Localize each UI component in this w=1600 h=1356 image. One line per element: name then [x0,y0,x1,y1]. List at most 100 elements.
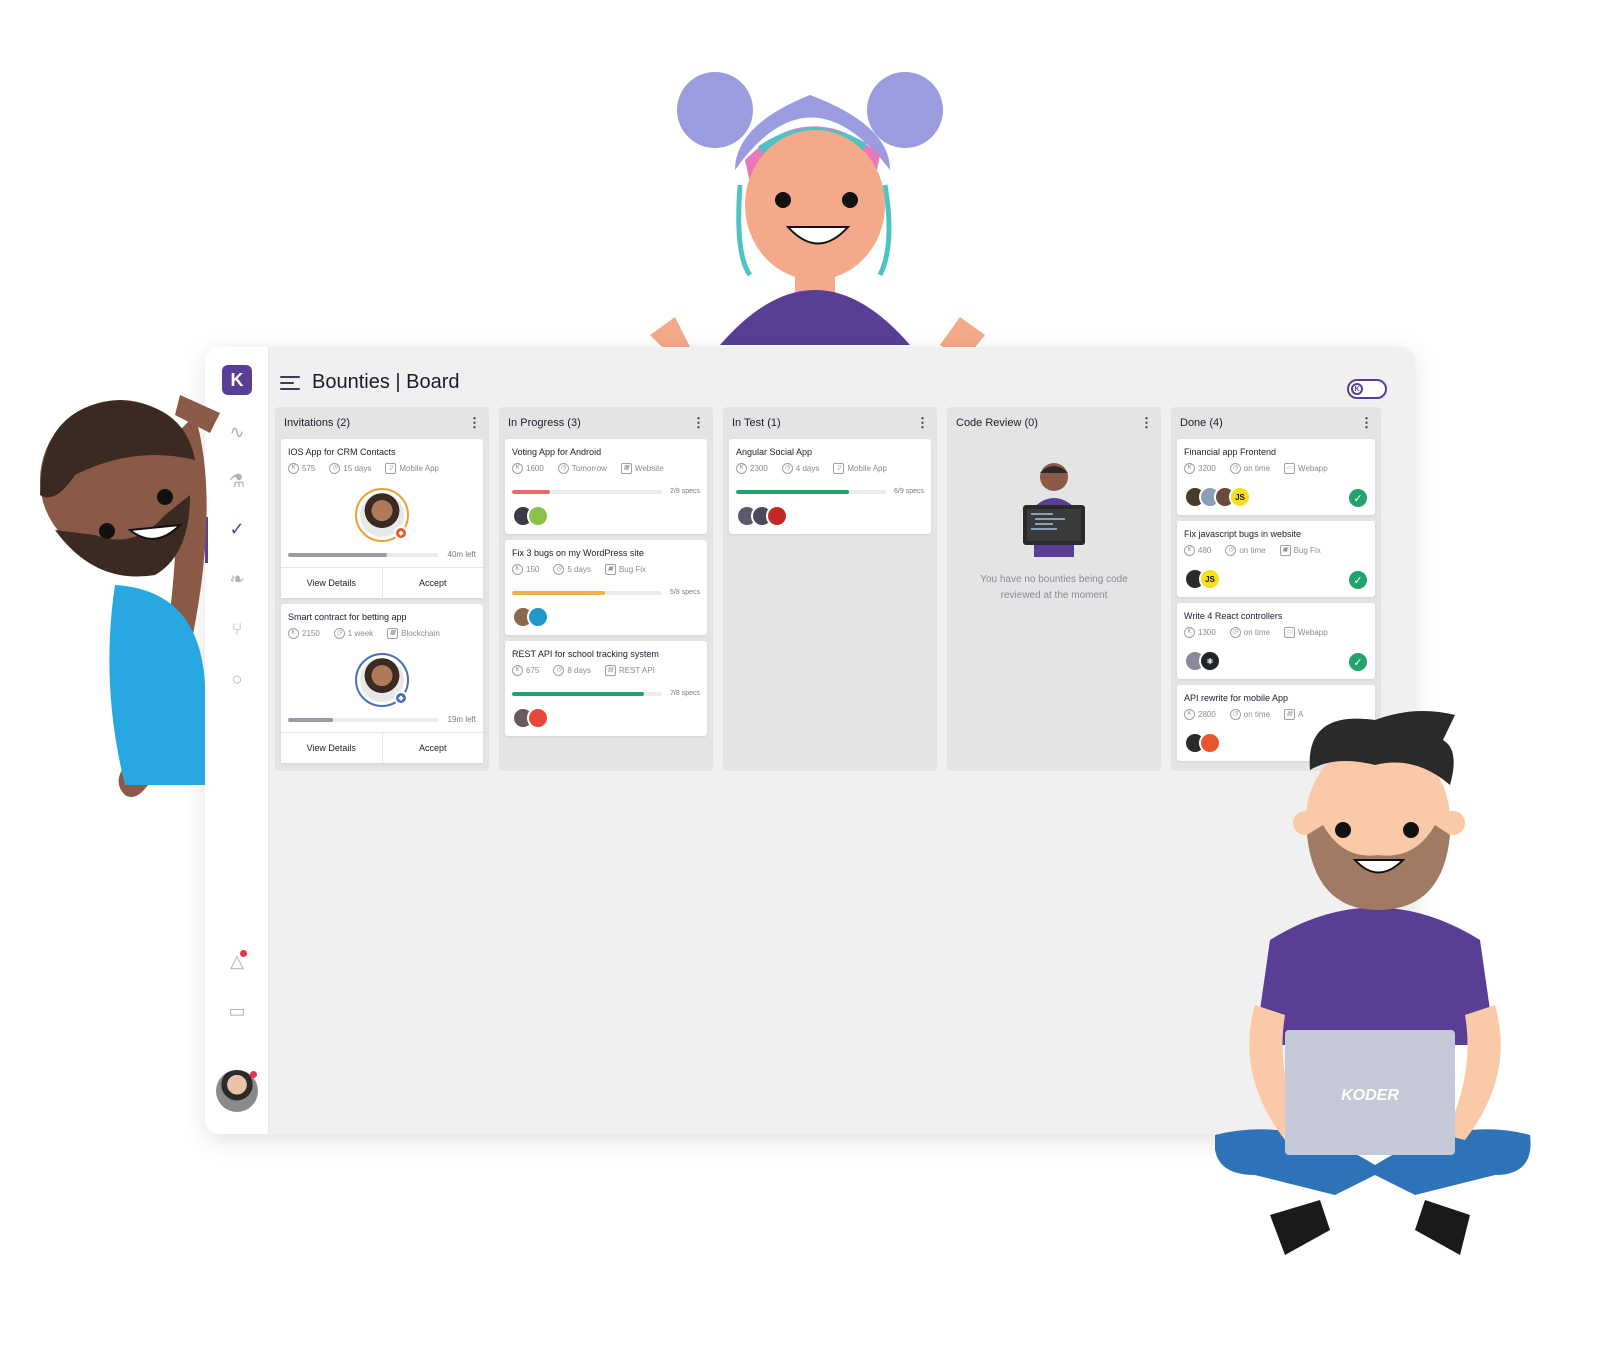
assignee-avatar[interactable] [527,505,549,527]
type-value: Mobile App [847,464,887,473]
bounty-card[interactable]: Voting App for Android K 1600 ◷ Tomorrow ▦ Web… [505,439,707,534]
time-remaining-bar [288,552,438,557]
bounty-points: K 1600 [512,463,544,474]
koin-icon: K [1184,709,1195,720]
time-remaining-fill [288,717,333,722]
specs-progress: 6/9 specs [736,488,924,495]
koin-icon: K [1351,383,1363,395]
bounty-card[interactable]: Write 4 React controllers K 1300 ◷ on time ▭ W… [1177,603,1375,679]
bounty-duration: ◷ 5 days [553,564,591,575]
bounty-title: Voting App for Android [512,447,602,457]
points-value: 2800 [1198,710,1216,719]
koin-icon: K [1184,545,1195,556]
koin-icon: K [512,665,523,676]
bounty-card[interactable]: REST API for school tracking system K 675 ◷… [505,641,707,736]
assignee-avatar[interactable] [527,606,549,628]
bounty-points: K 150 [512,564,539,575]
bounty-title: Financial app Frontend [1184,447,1277,457]
project-type-icon: ▭ [1284,627,1296,638]
duration-value: 15 days [343,464,372,473]
assignee-avatar[interactable]: ⚛ [1199,650,1221,672]
hamburger-menu-icon[interactable] [280,375,300,390]
specs-progress-bar [736,489,887,494]
check-icon[interactable]: ✓ [225,517,249,541]
clock-icon: ◷ [781,463,793,474]
time-remaining-bar [288,717,438,722]
invited-developer-avatar: ◆ [355,488,409,542]
koin-icon: K [512,463,523,474]
bounty-card[interactable]: Financial app Frontend K 3200 ◷ on time ▭ Weba… [1177,439,1375,515]
bounty-card[interactable]: Fix 3 bugs on my WordPress site K 150 ◷ 5 da… [505,540,707,635]
wallet-icon[interactable]: ▭ [225,999,249,1023]
bounty-card[interactable]: Fix javascript bugs in website K 480 ◷ on ti… [1177,521,1375,597]
bounty-card[interactable]: Angular Social App K 2300 ◷ 4 days ▯ Mobile Ap… [729,439,931,534]
type-value: Blockchain [401,629,440,638]
bounty-title: Fix javascript bugs in website [1184,529,1302,539]
clock-icon: ◷ [1229,463,1241,474]
column-header: Invitations (2) ⋮ [281,413,483,433]
assignee-avatar[interactable] [766,505,788,527]
type-value: Webapp [1298,628,1328,637]
duration-value: 1 week [347,629,374,638]
clock-icon: ◷ [329,463,341,474]
koin-toggle[interactable]: K [1347,379,1387,399]
koder-logo[interactable]: K [222,365,252,395]
board-column: Invitations (2) ⋮ IOS App for CRM Contacts… [275,407,489,771]
koin-icon: K [1184,463,1195,474]
type-value: Bug Fix [1293,546,1321,555]
lab-flask-icon[interactable]: ⚗ [225,469,249,493]
project-type-icon: ▣ [604,564,616,575]
pulse-icon[interactable]: ∿ [225,420,249,444]
specs-count: 2/8 specs [670,488,700,495]
trophy-icon[interactable]: ❧ [225,567,249,591]
accept-button[interactable]: Accept [381,733,483,763]
view-details-button[interactable]: View Details [281,568,382,598]
bounty-card[interactable]: Smart contract for betting app K 2150 ◷ 1 we… [281,604,483,763]
chat-icon[interactable]: ○ [225,667,249,691]
bounty-duration: ◷ Tomorrow [557,463,607,474]
bounty-meta: K 1600 ◷ Tomorrow ▦ Website [512,463,700,474]
points-value: 1600 [526,464,544,473]
bounty-points: K 3200 [1184,463,1216,474]
assignee-avatar[interactable]: JS [1229,486,1251,508]
laptop-brand-logo: KODER [1341,1087,1399,1104]
more-options-icon[interactable]: ⋮ [1360,415,1373,431]
duration-value: 8 days [567,666,591,675]
bounty-meta: K 2300 ◷ 4 days ▯ Mobile App [736,463,924,474]
accept-button[interactable]: Accept [381,568,483,598]
status-dot [250,1071,257,1078]
bounty-card[interactable]: IOS App for CRM Contacts K 575 ◷ 15 days ▯ Mob… [281,439,483,598]
specs-count: 5/8 specs [670,589,700,596]
specs-progress-fill [512,489,550,494]
git-pull-request-icon[interactable]: ⑂ [225,617,249,641]
user-avatar[interactable] [216,1070,258,1112]
more-options-icon[interactable]: ⋮ [1140,415,1153,431]
time-remaining-fill [288,552,387,557]
column-header: In Progress (3) ⋮ [505,413,707,433]
invited-developer-avatar: ◆ [355,653,409,707]
assignee-avatar[interactable]: JS [1199,568,1221,590]
project-type-icon: ▦ [620,463,632,474]
time-remaining: 19m left [288,715,476,724]
specs-progress: 5/8 specs [512,589,700,596]
type-value: Bug Fix [618,565,647,574]
duration-value: on time [1239,546,1266,555]
more-options-icon[interactable]: ⋮ [468,415,481,431]
points-value: 1300 [1198,628,1216,637]
duration-value: 5 days [567,565,591,574]
more-options-icon[interactable]: ⋮ [916,415,929,431]
completed-check-icon: ✓ [1349,571,1367,589]
bounty-type: ▭ Webapp [1284,627,1328,638]
specs-count: 7/8 specs [670,690,700,697]
bounty-type: ▭ Webapp [1284,463,1328,474]
more-options-icon[interactable]: ⋮ [692,415,705,431]
assignee-avatar[interactable] [527,707,549,729]
view-details-button[interactable]: View Details [281,733,382,763]
bounty-points: K 2800 [1184,709,1216,720]
bounty-meta: K 675 ◷ 8 days ▤ REST API [512,665,700,676]
clock-icon: ◷ [553,665,565,676]
specs-progress: 2/8 specs [512,488,700,495]
project-type-icon: ▩ [387,628,399,639]
bounty-title: Write 4 React controllers [1184,611,1283,621]
bell-icon[interactable]: △ [225,949,249,973]
